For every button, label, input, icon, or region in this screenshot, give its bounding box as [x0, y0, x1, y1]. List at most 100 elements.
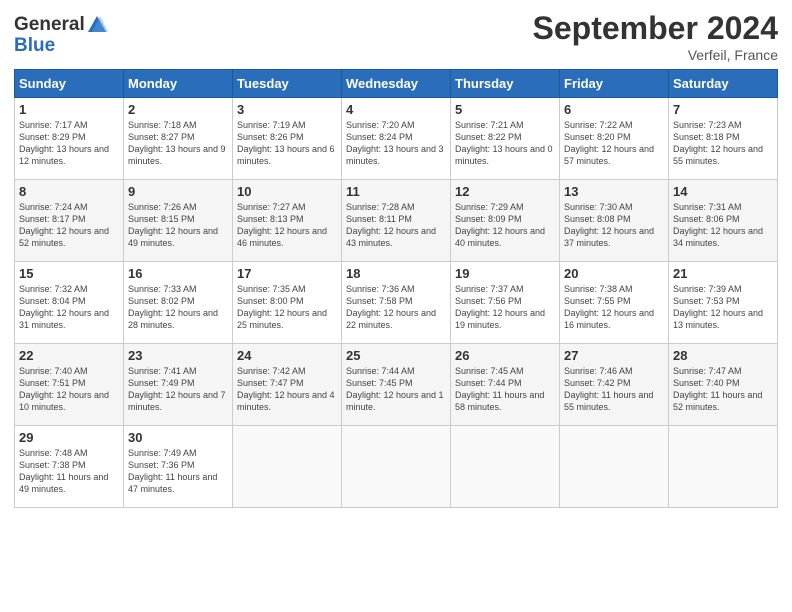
day-info: Sunrise: 7:45 AM Sunset: 7:44 PM Dayligh… [455, 365, 555, 414]
table-cell: 18 Sunrise: 7:36 AM Sunset: 7:58 PM Dayli… [342, 262, 451, 344]
day-info: Sunrise: 7:27 AM Sunset: 8:13 PM Dayligh… [237, 201, 337, 250]
table-cell: 25 Sunrise: 7:44 AM Sunset: 7:45 PM Dayli… [342, 344, 451, 426]
day-number: 29 [19, 430, 119, 445]
table-cell: 1 Sunrise: 7:17 AM Sunset: 8:29 PM Daylig… [15, 98, 124, 180]
table-cell: 22Sunrise: 7:40 AM Sunset: 7:51 PM Dayli… [15, 344, 124, 426]
day-info: Sunrise: 7:30 AM Sunset: 8:08 PM Dayligh… [564, 201, 664, 250]
day-info: Sunrise: 7:22 AM Sunset: 8:20 PM Dayligh… [564, 119, 664, 168]
day-info: Sunrise: 7:21 AM Sunset: 8:22 PM Dayligh… [455, 119, 555, 168]
table-row: 29 Sunrise: 7:48 AM Sunset: 7:38 PM Dayli… [15, 426, 778, 508]
table-cell [560, 426, 669, 508]
day-info: Sunrise: 7:23 AM Sunset: 8:18 PM Dayligh… [673, 119, 773, 168]
table-cell: 17Sunrise: 7:35 AM Sunset: 8:00 PM Dayli… [233, 262, 342, 344]
day-info: Sunrise: 7:17 AM Sunset: 8:29 PM Dayligh… [19, 119, 119, 168]
col-wednesday: Wednesday [342, 70, 451, 98]
day-number: 12 [455, 184, 555, 199]
table-cell: 2Sunrise: 7:18 AM Sunset: 8:27 PM Daylig… [124, 98, 233, 180]
table-cell: 10Sunrise: 7:27 AM Sunset: 8:13 PM Dayli… [233, 180, 342, 262]
table-cell: 16Sunrise: 7:33 AM Sunset: 8:02 PM Dayli… [124, 262, 233, 344]
day-number: 14 [673, 184, 773, 199]
day-number: 13 [564, 184, 664, 199]
table-row: 22Sunrise: 7:40 AM Sunset: 7:51 PM Dayli… [15, 344, 778, 426]
table-cell: 3 Sunrise: 7:19 AM Sunset: 8:26 PM Daylig… [233, 98, 342, 180]
day-info: Sunrise: 7:46 AM Sunset: 7:42 PM Dayligh… [564, 365, 664, 414]
day-info: Sunrise: 7:47 AM Sunset: 7:40 PM Dayligh… [673, 365, 773, 414]
table-cell [342, 426, 451, 508]
table-row: 8 Sunrise: 7:24 AM Sunset: 8:17 PM Daylig… [15, 180, 778, 262]
table-cell: 20Sunrise: 7:38 AM Sunset: 7:55 PM Dayli… [560, 262, 669, 344]
day-number: 19 [455, 266, 555, 281]
table-cell: 9Sunrise: 7:26 AM Sunset: 8:15 PM Daylig… [124, 180, 233, 262]
day-info: Sunrise: 7:41 AM Sunset: 7:49 PM Dayligh… [128, 365, 228, 414]
day-number: 11 [346, 184, 446, 199]
calendar-table: Sunday Monday Tuesday Wednesday Thursday… [14, 69, 778, 508]
table-cell: 4 Sunrise: 7:20 AM Sunset: 8:24 PM Daylig… [342, 98, 451, 180]
day-number: 15 [19, 266, 119, 281]
table-cell [451, 426, 560, 508]
day-number: 23 [128, 348, 228, 363]
table-row: 1 Sunrise: 7:17 AM Sunset: 8:29 PM Daylig… [15, 98, 778, 180]
col-saturday: Saturday [669, 70, 778, 98]
table-cell: 13 Sunrise: 7:30 AM Sunset: 8:08 PM Dayli… [560, 180, 669, 262]
day-number: 9 [128, 184, 228, 199]
table-cell: 15 Sunrise: 7:32 AM Sunset: 8:04 PM Dayli… [15, 262, 124, 344]
day-number: 27 [564, 348, 664, 363]
logo-general: General [14, 14, 85, 35]
day-info: Sunrise: 7:44 AM Sunset: 7:45 PM Dayligh… [346, 365, 446, 414]
header: General Blue September 2024 Verfeil, Fra… [14, 10, 778, 63]
day-info: Sunrise: 7:48 AM Sunset: 7:38 PM Dayligh… [19, 447, 119, 496]
logo-blue: Blue [14, 36, 108, 57]
col-sunday: Sunday [15, 70, 124, 98]
table-cell: 30 Sunrise: 7:49 AM Sunset: 7:36 PM Dayli… [124, 426, 233, 508]
day-number: 8 [19, 184, 119, 199]
day-info: Sunrise: 7:37 AM Sunset: 7:56 PM Dayligh… [455, 283, 555, 332]
day-info: Sunrise: 7:40 AM Sunset: 7:51 PM Dayligh… [19, 365, 119, 414]
table-cell: 7 Sunrise: 7:23 AM Sunset: 8:18 PM Daylig… [669, 98, 778, 180]
table-cell: 5 Sunrise: 7:21 AM Sunset: 8:22 PM Daylig… [451, 98, 560, 180]
table-cell: 12Sunrise: 7:29 AM Sunset: 8:09 PM Dayli… [451, 180, 560, 262]
day-info: Sunrise: 7:31 AM Sunset: 8:06 PM Dayligh… [673, 201, 773, 250]
day-number: 20 [564, 266, 664, 281]
table-cell [233, 426, 342, 508]
col-tuesday: Tuesday [233, 70, 342, 98]
col-friday: Friday [560, 70, 669, 98]
day-info: Sunrise: 7:42 AM Sunset: 7:47 PM Dayligh… [237, 365, 337, 414]
day-number: 1 [19, 102, 119, 117]
table-cell: 29 Sunrise: 7:48 AM Sunset: 7:38 PM Dayli… [15, 426, 124, 508]
table-cell [669, 426, 778, 508]
table-row: 15 Sunrise: 7:32 AM Sunset: 8:04 PM Dayli… [15, 262, 778, 344]
logo: General Blue [14, 14, 108, 57]
day-number: 25 [346, 348, 446, 363]
day-number: 7 [673, 102, 773, 117]
day-info: Sunrise: 7:49 AM Sunset: 7:36 PM Dayligh… [128, 447, 228, 496]
col-monday: Monday [124, 70, 233, 98]
table-cell: 24 Sunrise: 7:42 AM Sunset: 7:47 PM Dayli… [233, 344, 342, 426]
col-thursday: Thursday [451, 70, 560, 98]
calendar-header-row: Sunday Monday Tuesday Wednesday Thursday… [15, 70, 778, 98]
day-number: 3 [237, 102, 337, 117]
day-info: Sunrise: 7:36 AM Sunset: 7:58 PM Dayligh… [346, 283, 446, 332]
title-area: September 2024 Verfeil, France [533, 10, 778, 63]
table-cell: 28Sunrise: 7:47 AM Sunset: 7:40 PM Dayli… [669, 344, 778, 426]
day-number: 26 [455, 348, 555, 363]
day-info: Sunrise: 7:33 AM Sunset: 8:02 PM Dayligh… [128, 283, 228, 332]
day-number: 17 [237, 266, 337, 281]
calendar-body: 1 Sunrise: 7:17 AM Sunset: 8:29 PM Daylig… [15, 98, 778, 508]
day-info: Sunrise: 7:24 AM Sunset: 8:17 PM Dayligh… [19, 201, 119, 250]
day-info: Sunrise: 7:18 AM Sunset: 8:27 PM Dayligh… [128, 119, 228, 168]
table-cell: 8 Sunrise: 7:24 AM Sunset: 8:17 PM Daylig… [15, 180, 124, 262]
day-number: 24 [237, 348, 337, 363]
table-cell: 21Sunrise: 7:39 AM Sunset: 7:53 PM Dayli… [669, 262, 778, 344]
day-info: Sunrise: 7:32 AM Sunset: 8:04 PM Dayligh… [19, 283, 119, 332]
day-number: 21 [673, 266, 773, 281]
table-cell: 14 Sunrise: 7:31 AM Sunset: 8:06 PM Dayli… [669, 180, 778, 262]
month-title: September 2024 [533, 10, 778, 47]
day-info: Sunrise: 7:20 AM Sunset: 8:24 PM Dayligh… [346, 119, 446, 168]
day-number: 5 [455, 102, 555, 117]
day-info: Sunrise: 7:19 AM Sunset: 8:26 PM Dayligh… [237, 119, 337, 168]
day-number: 18 [346, 266, 446, 281]
day-number: 6 [564, 102, 664, 117]
day-number: 30 [128, 430, 228, 445]
page-container: General Blue September 2024 Verfeil, Fra… [0, 0, 792, 518]
day-number: 4 [346, 102, 446, 117]
